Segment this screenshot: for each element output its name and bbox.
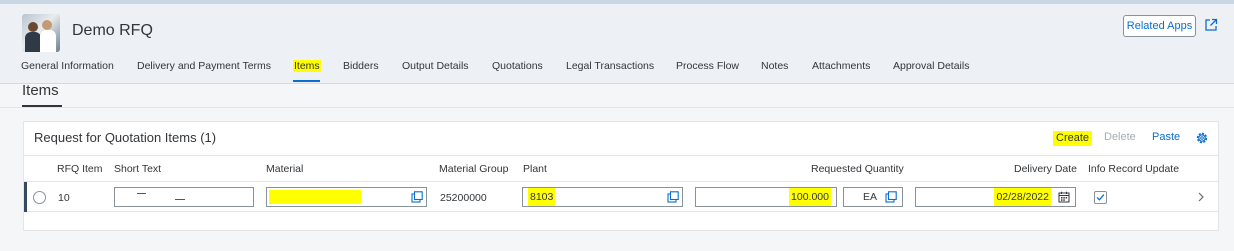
calendar-icon[interactable] xyxy=(1058,191,1070,203)
section-divider xyxy=(0,107,1234,108)
tab-bidders[interactable]: Bidders xyxy=(343,60,379,72)
tab-general-information[interactable]: General Information xyxy=(21,60,114,72)
settings-gear-icon[interactable] xyxy=(1195,131,1209,145)
external-link-icon[interactable] xyxy=(1204,18,1218,32)
delete-button[interactable]: Delete xyxy=(1104,131,1136,143)
plant-input[interactable]: 8103 xyxy=(522,187,683,207)
chevron-right-icon[interactable] xyxy=(1197,191,1205,203)
requested-quantity-input[interactable]: 100.000 xyxy=(695,187,837,207)
column-header-requested-quantity[interactable]: Requested Quantity xyxy=(811,163,904,175)
checkmark-icon xyxy=(1096,194,1105,201)
table-title: Request for Quotation Items (1) xyxy=(34,130,217,145)
short-text-input[interactable] xyxy=(114,187,254,207)
avatar xyxy=(22,14,60,52)
value-help-icon[interactable] xyxy=(411,191,423,203)
column-header-rfq-item[interactable]: RFQ Item xyxy=(57,163,103,175)
tab-items[interactable]: Items xyxy=(293,60,321,72)
section-title: Items xyxy=(22,82,59,99)
rfq-item-cell: 10 xyxy=(58,192,70,204)
tab-process-flow[interactable]: Process Flow xyxy=(676,60,739,72)
paste-button[interactable]: Paste xyxy=(1152,131,1180,143)
column-header-material[interactable]: Material xyxy=(266,163,303,175)
tab-approval-details[interactable]: Approval Details xyxy=(893,60,969,72)
delivery-date-input[interactable]: 02/28/2022 xyxy=(915,187,1076,207)
row-select-radio[interactable] xyxy=(33,191,46,204)
column-header-short-text[interactable]: Short Text xyxy=(114,163,161,175)
active-tab-indicator xyxy=(293,80,320,82)
tab-output-details[interactable]: Output Details xyxy=(402,60,469,72)
tab-quotations[interactable]: Quotations xyxy=(492,60,543,72)
object-header: Demo RFQ Related Apps xyxy=(0,4,1234,84)
value-help-icon[interactable] xyxy=(885,191,897,203)
tab-legal-transactions[interactable]: Legal Transactions xyxy=(566,60,654,72)
column-header-material-group[interactable]: Material Group xyxy=(439,163,508,175)
column-header-info-record-update[interactable]: Info Record Update xyxy=(1088,163,1179,175)
info-record-update-checkbox[interactable] xyxy=(1094,191,1107,204)
tab-notes[interactable]: Notes xyxy=(761,60,788,72)
material-group-cell: 25200000 xyxy=(440,192,487,204)
create-button[interactable]: Create xyxy=(1053,131,1093,146)
related-apps-button[interactable]: Related Apps xyxy=(1123,15,1196,37)
tab-delivery-and-payment-terms[interactable]: Delivery and Payment Terms xyxy=(137,60,271,72)
column-header-delivery-date[interactable]: Delivery Date xyxy=(1014,163,1077,175)
value-help-icon[interactable] xyxy=(667,191,679,203)
unit-input[interactable]: EA xyxy=(843,187,903,207)
column-header-plant[interactable]: Plant xyxy=(523,163,547,175)
tab-attachments[interactable]: Attachments xyxy=(812,60,870,72)
page-title: Demo RFQ xyxy=(72,22,153,39)
material-input[interactable] xyxy=(266,187,427,207)
row-edit-indicator xyxy=(24,182,27,212)
